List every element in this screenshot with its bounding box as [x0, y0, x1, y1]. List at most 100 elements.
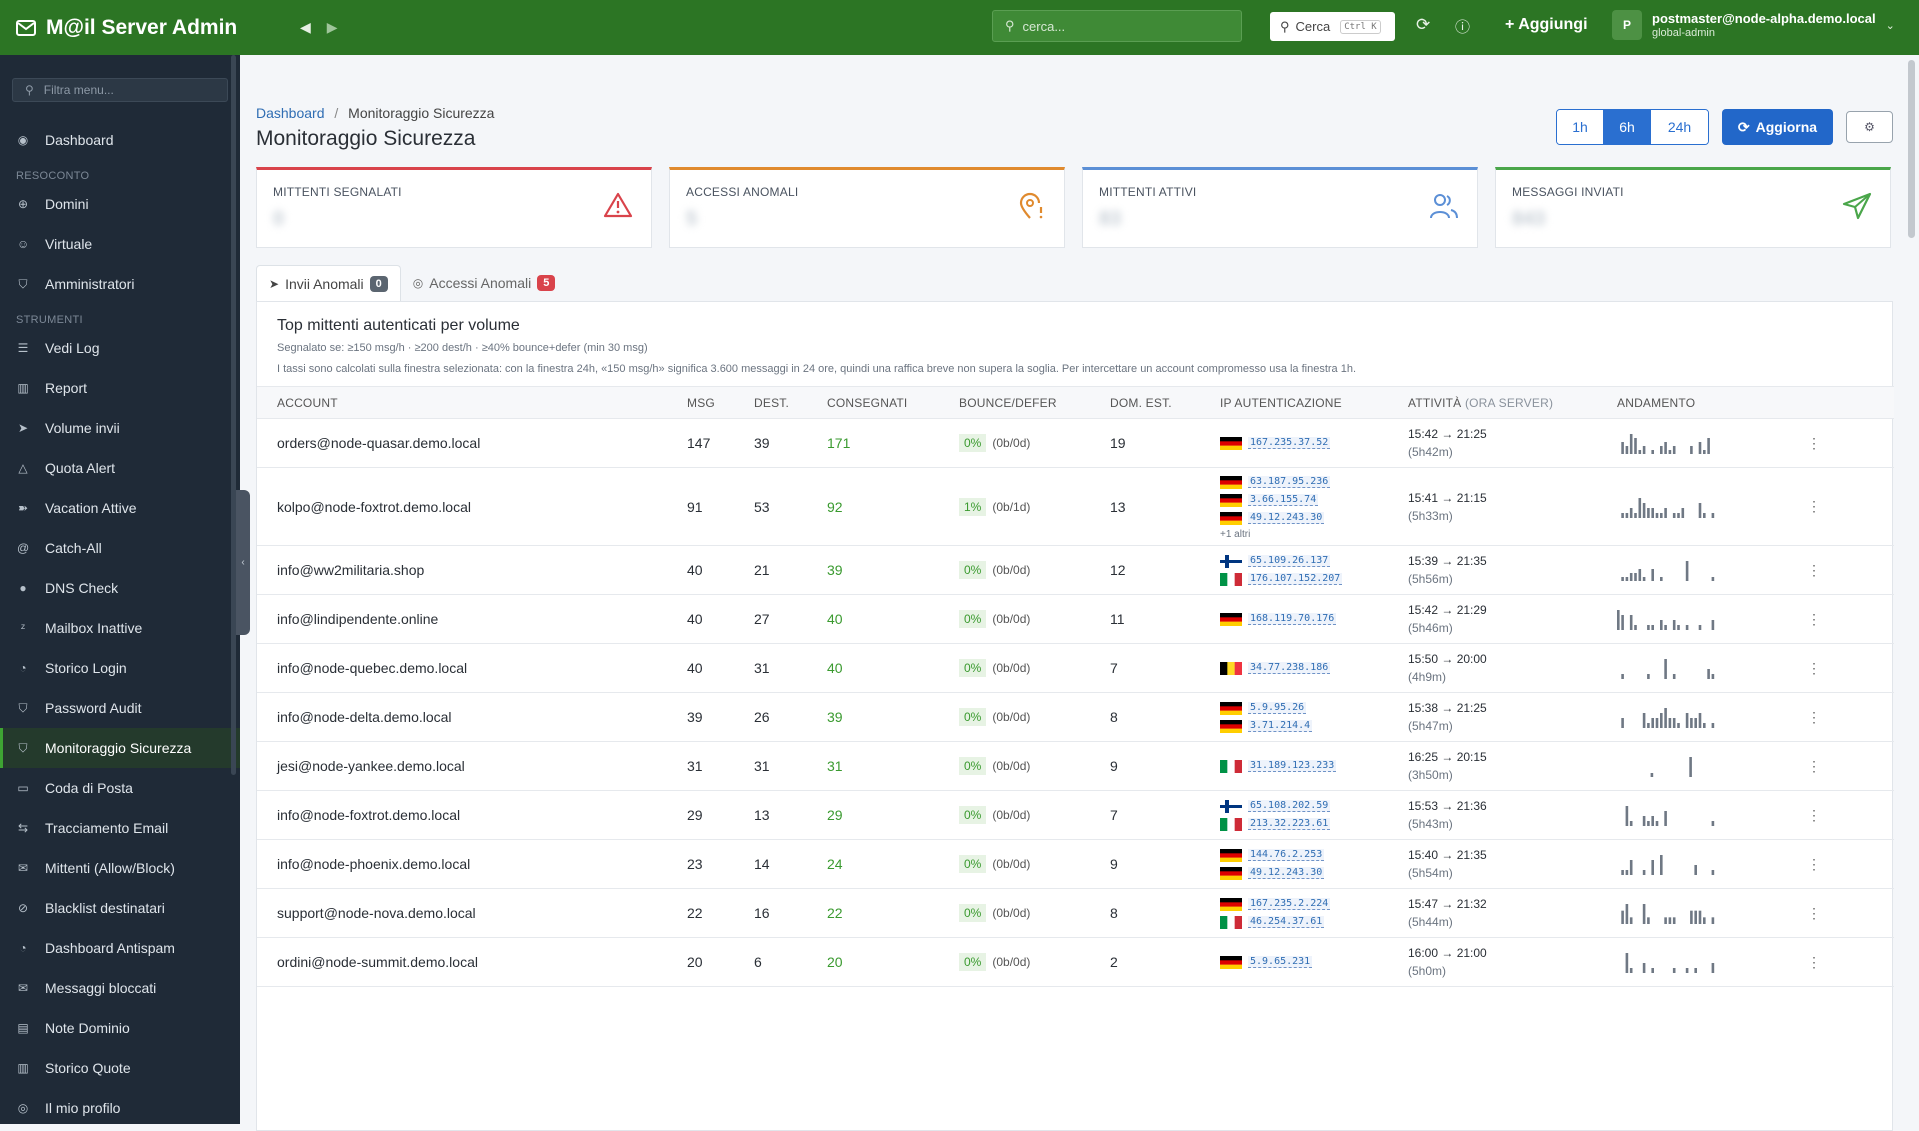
- sidebar-item-il-mio-profilo[interactable]: ◎ Il mio profilo: [0, 1088, 240, 1128]
- ip-address-link[interactable]: 5.9.65.231: [1248, 956, 1313, 968]
- sidebar-item-dashboard[interactable]: ◉ Dashboard: [0, 120, 240, 160]
- col-consegnati[interactable]: CONSEGNATI: [827, 386, 959, 419]
- ip-address-link[interactable]: 65.108.202.59: [1248, 800, 1331, 812]
- ip-address-link[interactable]: 213.32.223.61: [1248, 818, 1331, 830]
- account-cell[interactable]: jesi@node-yankee.demo.local: [257, 741, 687, 791]
- sidebar-item-domini[interactable]: ⊕ Domini: [0, 184, 240, 224]
- global-search-input[interactable]: ⚲ cerca...: [992, 10, 1242, 42]
- settings-button[interactable]: ⚙: [1846, 111, 1893, 143]
- account-cell[interactable]: info@ww2militaria.shop: [257, 545, 687, 595]
- ip-address-link[interactable]: 49.12.243.30: [1248, 867, 1325, 879]
- table-row[interactable]: info@node-quebec.demo.local 40 31 40 0% (0b/0…: [257, 643, 1894, 693]
- sidebar-item-vedi-log[interactable]: ☰ Vedi Log: [0, 328, 240, 368]
- sidebar-item-storico-login[interactable]: ◔ Storico Login: [0, 648, 240, 688]
- back-arrow-icon[interactable]: ◀: [300, 19, 311, 36]
- more-actions-icon[interactable]: ⋮: [1807, 758, 1821, 774]
- col-andamento[interactable]: ANDAMENTO: [1617, 386, 1807, 419]
- command-palette-button[interactable]: ⚲ Cerca Ctrl K: [1270, 12, 1395, 41]
- more-actions-icon[interactable]: ⋮: [1807, 660, 1821, 676]
- more-actions-icon[interactable]: ⋮: [1807, 954, 1821, 970]
- account-cell[interactable]: support@node-nova.demo.local: [257, 888, 687, 938]
- sidebar-item-dashboard-antispam[interactable]: ◔ Dashboard Antispam: [0, 928, 240, 968]
- add-button[interactable]: + Aggiungi: [1505, 16, 1588, 34]
- range-1h-button[interactable]: 1h: [1557, 110, 1604, 144]
- tab-invii-anomali[interactable]: ➤ Invii Anomali 0: [256, 265, 401, 301]
- user-menu[interactable]: P postmaster@node-alpha.demo.local globa…: [1612, 10, 1895, 40]
- sidebar-item-coda-di-posta[interactable]: ▭ Coda di Posta: [0, 768, 240, 808]
- col-msg[interactable]: MSG: [687, 386, 754, 419]
- table-row[interactable]: support@node-nova.demo.local 22 16 22 0% (0b/…: [257, 888, 1894, 938]
- help-icon[interactable]: ⓘ: [1455, 16, 1470, 37]
- ip-address-link[interactable]: 168.119.70.176: [1248, 613, 1337, 625]
- table-row[interactable]: info@ww2militaria.shop 40 21 39 0% (0b/0d) 12 6…: [257, 545, 1894, 595]
- sidebar-item-mittenti-allow-block[interactable]: ✉ Mittenti (Allow/Block): [0, 848, 240, 888]
- col-attivita[interactable]: ATTIVITÀ (ORA SERVER): [1408, 386, 1617, 419]
- sidebar-item-vacation-attive[interactable]: ➽ Vacation Attive: [0, 488, 240, 528]
- refresh-icon[interactable]: ⟳: [1416, 15, 1430, 35]
- sidebar-item-tracciamento-email[interactable]: ⇆ Tracciamento Email: [0, 808, 240, 848]
- ip-address-link[interactable]: 3.66.155.74: [1248, 494, 1319, 506]
- page-scrollbar[interactable]: [1908, 60, 1915, 238]
- range-24h-button[interactable]: 24h: [1651, 110, 1708, 144]
- account-cell[interactable]: orders@node-quasar.demo.local: [257, 418, 687, 468]
- range-6h-button[interactable]: 6h: [1604, 110, 1651, 144]
- sidebar-item-volume-invii[interactable]: ➤ Volume invii: [0, 408, 240, 448]
- more-ips-label[interactable]: +1 altri: [1220, 529, 1408, 540]
- account-cell[interactable]: info@node-phoenix.demo.local: [257, 839, 687, 889]
- col-dom-est[interactable]: DOM. EST.: [1110, 386, 1220, 419]
- tab-accessi-anomali[interactable]: ◎ Accessi Anomali 5: [401, 265, 568, 301]
- sidebar-item-note-dominio[interactable]: ▤ Note Dominio: [0, 1008, 240, 1048]
- table-row[interactable]: info@node-foxtrot.demo.local 29 13 29 0% (0b/…: [257, 790, 1894, 840]
- more-actions-icon[interactable]: ⋮: [1807, 611, 1821, 627]
- account-cell[interactable]: info@node-quebec.demo.local: [257, 643, 687, 693]
- ip-address-link[interactable]: 176.107.152.207: [1248, 573, 1343, 585]
- sidebar-item-blacklist-destinatari[interactable]: ⊘ Blacklist destinatari: [0, 888, 240, 928]
- app-brand[interactable]: M@il Server Admin: [0, 16, 240, 40]
- table-row[interactable]: info@lindipendente.online 40 27 40 0% (0b/0d)…: [257, 594, 1894, 644]
- sidebar-scrollbar[interactable]: [231, 55, 236, 775]
- ip-address-link[interactable]: 46.254.37.61: [1248, 916, 1325, 928]
- more-actions-icon[interactable]: ⋮: [1807, 807, 1821, 823]
- ip-address-link[interactable]: 144.76.2.253: [1248, 849, 1325, 861]
- account-cell[interactable]: info@lindipendente.online: [257, 594, 687, 644]
- ip-address-link[interactable]: 5.9.95.26: [1248, 702, 1307, 714]
- refresh-button[interactable]: ⟳ Aggiorna: [1722, 109, 1833, 145]
- ip-address-link[interactable]: 167.235.37.52: [1248, 437, 1331, 449]
- ip-address-link[interactable]: 3.71.214.4: [1248, 720, 1313, 732]
- ip-address-link[interactable]: 167.235.2.224: [1248, 898, 1331, 910]
- col-bounce-defer[interactable]: BOUNCE/DEFER: [959, 386, 1110, 419]
- forward-arrow-icon[interactable]: ▶: [327, 19, 338, 36]
- sidebar-item-storico-quote[interactable]: ▥ Storico Quote: [0, 1048, 240, 1088]
- more-actions-icon[interactable]: ⋮: [1807, 709, 1821, 725]
- sidebar-item-catch-all[interactable]: @ Catch-All: [0, 528, 240, 568]
- table-row[interactable]: info@node-delta.demo.local 39 26 39 0% (0b/0d…: [257, 692, 1894, 742]
- ip-address-link[interactable]: 31.189.123.233: [1248, 760, 1337, 772]
- sidebar-item-dns-check[interactable]: ● DNS Check: [0, 568, 240, 608]
- sidebar-item-password-audit[interactable]: ⛉ Password Audit: [0, 688, 240, 728]
- ip-address-link[interactable]: 34.77.238.186: [1248, 662, 1331, 674]
- table-row[interactable]: kolpo@node-foxtrot.demo.local 91 53 92 1% (0b…: [257, 467, 1894, 546]
- more-actions-icon[interactable]: ⋮: [1807, 498, 1821, 514]
- more-actions-icon[interactable]: ⋮: [1807, 435, 1821, 451]
- table-row[interactable]: ordini@node-summit.demo.local 20 6 20 0% (0b/…: [257, 937, 1894, 987]
- more-actions-icon[interactable]: ⋮: [1807, 856, 1821, 872]
- table-row[interactable]: jesi@node-yankee.demo.local 31 31 31 0% (0b/0…: [257, 741, 1894, 791]
- account-cell[interactable]: info@node-delta.demo.local: [257, 692, 687, 742]
- ip-address-link[interactable]: 63.187.95.236: [1248, 476, 1331, 488]
- breadcrumb-dashboard-link[interactable]: Dashboard: [256, 105, 325, 121]
- sidebar-item-quota-alert[interactable]: △ Quota Alert: [0, 448, 240, 488]
- ip-address-link[interactable]: 49.12.243.30: [1248, 512, 1325, 524]
- sidebar-item-amministratori[interactable]: ⛉ Amministratori: [0, 264, 240, 304]
- col-account[interactable]: ACCOUNT: [257, 386, 687, 419]
- sidebar-item-report[interactable]: ▥ Report: [0, 368, 240, 408]
- table-row[interactable]: info@node-phoenix.demo.local 23 14 24 0% (0b/…: [257, 839, 1894, 889]
- sidebar-item-monitoraggio-sicurezza[interactable]: ⛉ Monitoraggio Sicurezza: [0, 728, 240, 768]
- col-dest[interactable]: DEST.: [754, 386, 827, 419]
- sidebar-item-virtuale[interactable]: ☺ Virtuale: [0, 224, 240, 264]
- sidebar-item-mailbox-inattive[interactable]: ᶻ Mailbox Inattive: [0, 608, 240, 648]
- account-cell[interactable]: ordini@node-summit.demo.local: [257, 937, 687, 987]
- menu-filter-input[interactable]: ⚲ Filtra menu...: [12, 78, 228, 102]
- col-ip-auth[interactable]: IP AUTENTICAZIONE: [1220, 386, 1408, 419]
- table-row[interactable]: orders@node-quasar.demo.local 147 39 171 0% (…: [257, 418, 1894, 468]
- account-cell[interactable]: kolpo@node-foxtrot.demo.local: [257, 467, 687, 546]
